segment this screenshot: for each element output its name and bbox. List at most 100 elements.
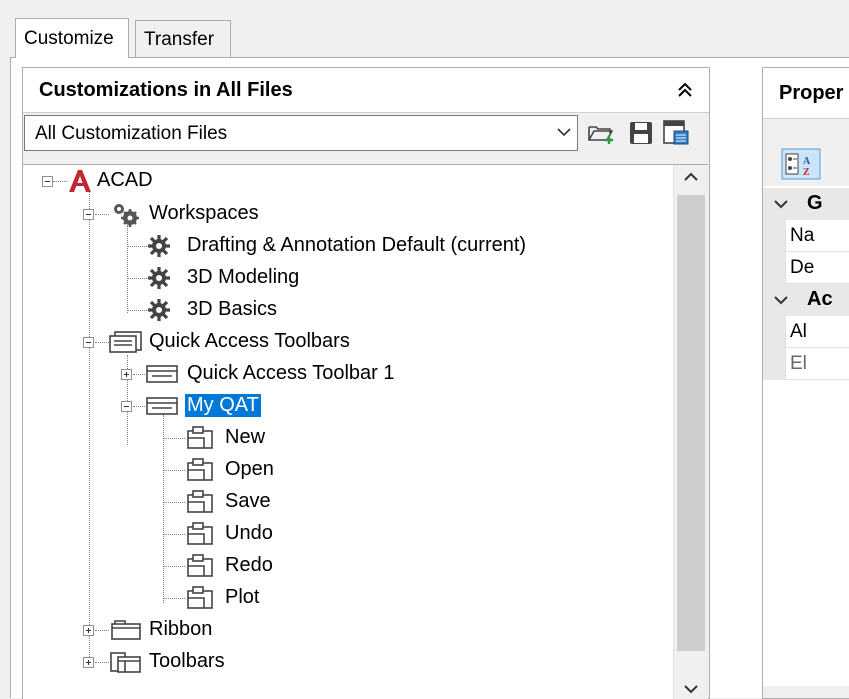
toolbars-icon	[110, 652, 141, 673]
tree-node-label: 3D Modeling	[187, 266, 300, 288]
tree-node-quick-access-toolbars[interactable]: Quick Access Toolbars	[23, 327, 423, 357]
workspaces-icon	[114, 204, 139, 227]
row-gutter	[763, 348, 785, 380]
property-row[interactable]: Na	[763, 220, 849, 252]
tree-node-label: ACAD	[97, 169, 153, 191]
chevron-down-icon[interactable]	[773, 290, 789, 311]
gear-icon	[148, 235, 170, 257]
tree-node-workspaces[interactable]: Workspaces	[23, 199, 423, 229]
row-gutter	[763, 252, 785, 284]
toolbar-icon	[146, 397, 178, 415]
tree-node-label-selected: My QAT	[185, 394, 261, 417]
property-label: Na	[790, 225, 815, 246]
command-icon	[187, 586, 213, 609]
ribbon-icon	[111, 620, 141, 640]
svg-text:Z: Z	[803, 167, 810, 178]
tree-node-label: 3D Basics	[187, 298, 278, 320]
customization-tree[interactable]: ACAD Workspaces Drafting & Annotation De…	[23, 164, 673, 699]
properties-title: Proper	[779, 82, 844, 104]
command-icon	[187, 554, 213, 577]
gear-icon	[148, 267, 170, 289]
collapse-toggle[interactable]	[42, 176, 53, 187]
property-row[interactable]: El	[763, 348, 849, 380]
property-name-cell: De	[785, 252, 849, 284]
tree-node-command-new[interactable]: New	[23, 423, 423, 453]
customization-file-select[interactable]: All Customization Files	[24, 115, 578, 151]
properties-panel: Proper A Z G Na De Ac Al El	[762, 67, 849, 699]
property-row[interactable]: De	[763, 252, 849, 284]
category-label: G	[807, 192, 823, 214]
tree-node-label: Ribbon	[149, 618, 213, 640]
tree-node-label: Quick Access Toolbars	[149, 330, 350, 352]
gear-icon	[148, 299, 170, 321]
tree-node-workspace-3d-modeling[interactable]: 3D Modeling	[23, 263, 423, 293]
command-icon	[187, 426, 213, 449]
category-label: Ac	[807, 288, 833, 310]
open-file-icon[interactable]	[586, 118, 616, 148]
property-name-cell: El	[785, 348, 849, 380]
property-label: De	[790, 257, 815, 278]
properties-header: Proper	[763, 68, 849, 119]
expand-toggle[interactable]	[83, 625, 94, 636]
customizations-panel: Customizations in All Files All Customiz…	[22, 67, 710, 699]
tree-node-label: Plot	[225, 586, 260, 608]
scroll-up-icon[interactable]	[683, 171, 699, 183]
panel-header: Customizations in All Files	[23, 68, 709, 113]
tree-node-command-undo[interactable]: Undo	[23, 519, 423, 549]
svg-text:A: A	[803, 156, 811, 167]
command-icon	[187, 522, 213, 545]
categorized-sort-icon[interactable]: A Z	[781, 148, 821, 180]
tree-node-quick-access-toolbar-1[interactable]: Quick Access Toolbar 1	[23, 359, 483, 389]
command-icon	[187, 490, 213, 513]
property-grid: G Na De Ac Al El	[763, 186, 849, 686]
collapse-toggle[interactable]	[121, 401, 132, 412]
tree-node-command-redo[interactable]: Redo	[23, 551, 423, 581]
tree-node-label: Save	[225, 490, 271, 512]
collapse-toggle[interactable]	[83, 209, 94, 220]
scroll-down-icon[interactable]	[683, 683, 699, 695]
tree-node-label: Toolbars	[149, 650, 225, 672]
collapse-toggle[interactable]	[83, 337, 94, 348]
tree-node-ribbon[interactable]: Ribbon	[23, 615, 423, 645]
tree-node-label: Redo	[225, 554, 273, 576]
panel-title: Customizations in All Files	[39, 79, 293, 101]
tree-scrollbar[interactable]	[673, 164, 708, 699]
tree-node-command-open[interactable]: Open	[23, 455, 423, 485]
property-name-cell: Al	[785, 316, 849, 348]
tree-node-toolbars[interactable]: Toolbars	[23, 647, 423, 677]
tab-transfer[interactable]: Transfer	[135, 20, 231, 57]
tree-node-label: Workspaces	[149, 202, 259, 224]
tree-node-workspace-3d-basics[interactable]: 3D Basics	[23, 295, 423, 325]
tree-node-my-qat[interactable]: My QAT	[23, 391, 423, 421]
scrollbar-thumb[interactable]	[677, 195, 705, 651]
tree-node-workspace-drafting[interactable]: Drafting & Annotation Default (current)	[23, 231, 583, 261]
property-category-general[interactable]: G	[763, 188, 849, 220]
tree-node-acad[interactable]: ACAD	[23, 166, 423, 196]
command-icon	[187, 458, 213, 481]
tree-node-command-plot[interactable]: Plot	[23, 583, 423, 613]
tree-node-label: Undo	[225, 522, 273, 544]
expand-toggle[interactable]	[83, 657, 94, 668]
toolbar-group-icon	[109, 331, 142, 353]
toolbar-icon	[146, 365, 178, 383]
property-label: Al	[790, 321, 807, 342]
expand-toggle[interactable]	[121, 369, 132, 380]
tree-node-label: Quick Access Toolbar 1	[187, 362, 395, 384]
collapse-up-icon[interactable]	[673, 78, 697, 102]
tree-node-label: New	[225, 426, 266, 448]
partial-customization-icon[interactable]	[661, 118, 691, 148]
save-icon[interactable]	[626, 118, 656, 148]
property-category-advanced[interactable]: Ac	[763, 284, 849, 316]
tree-node-command-save[interactable]: Save	[23, 487, 423, 517]
tree-node-label: Drafting & Annotation Default (current)	[187, 234, 527, 256]
chevron-down-icon[interactable]	[773, 194, 789, 215]
property-row[interactable]: Al	[763, 316, 849, 348]
autocad-logo-icon	[69, 170, 91, 192]
property-name-cell: Na	[785, 220, 849, 252]
property-label: El	[790, 353, 807, 374]
file-toolbar: All Customization Files	[23, 113, 709, 153]
customization-file-select-value: All Customization Files	[35, 123, 228, 144]
tree-node-label: Open	[225, 458, 274, 480]
tab-customize[interactable]: Customize	[15, 18, 129, 58]
row-gutter	[763, 316, 785, 348]
